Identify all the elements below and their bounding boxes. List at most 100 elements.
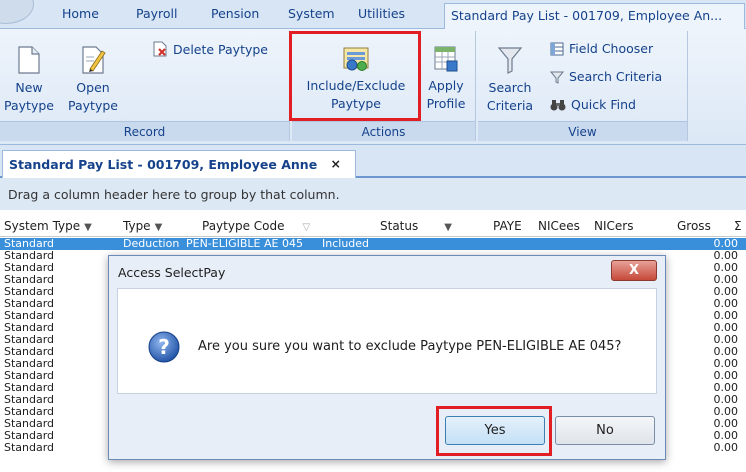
column-header-paytype-code[interactable]: Paytype Code ▽ [202,219,310,233]
cell-system-type: Standard [4,441,55,454]
cell-type: Deduction [123,237,180,250]
filter-icon[interactable]: ▼ [84,222,92,233]
cell-system-type: Standard [4,333,55,346]
group-by-hint: Drag a column header here to group by th… [8,187,340,202]
search-criteria-label-2: Criteria [486,98,534,113]
dialog-close-button[interactable]: X [611,260,657,281]
cell-value: 0.00 [713,429,739,442]
tab-standard-pay-list[interactable]: Standard Pay List - 001709, Employee An.… [444,3,745,30]
apply-profile-label-1: Apply [428,78,464,93]
quick-find-label: Quick Find [571,97,636,112]
column-label: Type [123,219,151,233]
column-label: Status [380,219,419,233]
search-criteria-button[interactable]: Search Criteria [549,69,662,84]
field-chooser-label: Field Chooser [569,41,654,56]
column-header-gross[interactable]: Gross [677,219,711,233]
field-chooser-button[interactable]: Field Chooser [550,41,653,56]
quick-find-button[interactable]: Quick Find [550,97,636,112]
column-header-sum[interactable]: Σ [734,219,742,233]
tab-home[interactable]: Home [62,6,99,21]
cell-paytype-code: PEN-ELIGIBLE AE 045 [186,237,303,250]
cell-value: 0.00 [713,417,739,430]
apply-profile-button[interactable]: Apply Profile [420,45,472,113]
column-header-status[interactable]: Status ▼ [380,219,452,233]
open-paytype-label-2: Paytype [68,98,118,113]
cell-system-type: Standard [4,273,55,286]
field-chooser-icon [550,42,564,56]
new-paytype-label-1: New [15,80,43,95]
column-header-type[interactable]: Type ▼ [123,219,162,233]
filter-icon[interactable]: ▼ [444,222,452,233]
column-header-paye[interactable]: PAYE [493,219,522,233]
view-group: Search Criteria Field Chooser Search Cri… [478,31,688,141]
no-button[interactable]: No [555,416,655,445]
highlight-yes-button [436,406,552,456]
confirm-dialog: Access SelectPay X ? Are you sure you wa… [108,255,666,460]
document-tab-strip: Standard Pay List - 001709, Employee Ann… [0,145,746,178]
funnel-icon [497,47,523,74]
cell-system-type: Standard [4,297,55,310]
cell-system-type: Standard [4,357,55,370]
cell-value: 0.00 [713,441,739,454]
document-tab[interactable]: Standard Pay List - 001709, Employee Ann… [2,150,356,178]
dialog-message: Are you sure you want to exclude Paytype… [198,339,622,354]
filter-icon[interactable]: ▼ [155,222,163,233]
column-header-system-type[interactable]: System Type ▼ [4,219,92,233]
cell-status: Included [322,237,370,250]
cell-system-type: Standard [4,321,55,334]
dialog-body: ? Are you sure you want to exclude Payty… [117,288,657,394]
tab-system[interactable]: System [288,6,335,21]
cell-system-type: Standard [4,249,55,262]
column-header-nicers[interactable]: NICers [594,219,633,233]
delete-paytype-button[interactable]: Delete Paytype [152,41,268,57]
apply-profile-label-2: Profile [426,96,466,111]
document-tab-title: Standard Pay List - 001709, Employee Ann… [9,157,318,172]
cell-value: 0.00 [713,381,739,394]
tab-pension[interactable]: Pension [211,6,259,21]
small-funnel-icon [549,71,565,84]
grid-header: System Type ▼ Type ▼ Paytype Code ▽ Status ▼… [0,215,746,237]
cell-value: 0.00 [713,309,739,322]
highlight-include-exclude [289,31,421,121]
open-paytype-label-1: Open [76,80,110,95]
document-tab-close-icon[interactable]: × [331,156,341,171]
new-paytype-button[interactable]: New Paytype [0,45,58,115]
record-group: New Paytype Open Paytype Delete Paytype … [0,31,290,141]
table-row-selected[interactable]: Standard Deduction PEN-ELIGIBLE AE 045 I… [0,238,746,250]
column-label: System Type [4,219,81,233]
cell-value: 0.00 [713,369,739,382]
cell-system-type: Standard [4,369,55,382]
dialog-title: Access SelectPay [118,265,226,280]
cell-value: 0.00 [713,237,739,250]
question-icon: ? [148,331,180,363]
search-criteria-big-button[interactable]: Search Criteria [484,45,536,115]
actions-group-label: Actions [292,121,475,141]
tab-payroll[interactable]: Payroll [136,6,178,21]
column-label: Paytype Code [202,219,285,233]
question-glyph: ? [158,335,170,359]
cell-value: 0.00 [713,273,739,286]
tab-utilities[interactable]: Utilities [358,6,405,21]
delete-paytype-label: Delete Paytype [173,42,269,57]
cell-value: 0.00 [713,261,739,274]
apply-profile-icon [434,46,458,72]
column-header-nicees[interactable]: NICees [538,219,580,233]
cell-value: 0.00 [713,357,739,370]
filter-icon[interactable]: ▽ [303,222,311,233]
view-group-label: View [478,121,687,141]
cell-system-type: Standard [4,285,55,298]
cell-value: 0.00 [713,285,739,298]
cell-system-type: Standard [4,381,55,394]
ribbon-tab-bar: Home Payroll Pension System Utilities St… [0,0,746,30]
cell-system-type: Standard [4,429,55,442]
delete-document-icon [153,41,167,57]
record-group-label: Record [0,121,289,141]
open-paytype-button[interactable]: Open Paytype [64,45,122,115]
group-by-panel[interactable]: Drag a column header here to group by th… [0,178,746,210]
application-orb[interactable] [0,0,34,24]
cell-value: 0.00 [713,393,739,406]
new-document-icon [18,46,40,74]
cell-system-type: Standard [4,309,55,322]
cell-system-type: Standard [4,345,55,358]
cell-system-type: Standard [4,417,55,430]
